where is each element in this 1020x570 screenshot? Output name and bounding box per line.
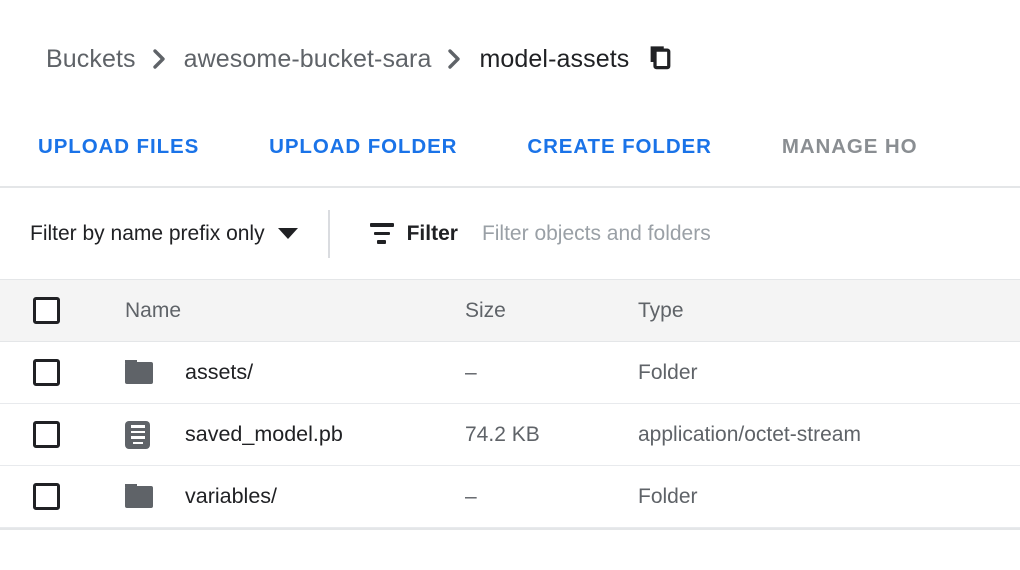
breadcrumb-item-bucket[interactable]: awesome-bucket-sara xyxy=(184,45,432,74)
breadcrumb-chevron-icon xyxy=(152,47,168,71)
table-row[interactable]: saved_model.pb 74.2 KB application/octet… xyxy=(0,404,1020,466)
column-header-type[interactable]: Type xyxy=(638,299,684,322)
create-folder-button[interactable]: CREATE FOLDER xyxy=(527,135,711,159)
filter-label: Filter xyxy=(407,222,458,246)
table-row[interactable]: variables/ – Folder xyxy=(0,466,1020,528)
row-type-cell: Folder xyxy=(638,361,1020,385)
breadcrumb: Buckets awesome-bucket-sara model-assets xyxy=(0,0,1020,118)
row-name-link[interactable]: saved_model.pb xyxy=(185,422,343,447)
row-name-cell: variables/ xyxy=(125,484,465,509)
table-bottom-divider xyxy=(0,528,1020,530)
row-size: – xyxy=(465,361,477,384)
breadcrumb-item-buckets[interactable]: Buckets xyxy=(46,45,136,74)
column-header-size[interactable]: Size xyxy=(465,299,506,322)
document-icon xyxy=(125,421,185,449)
objects-table: Name Size Type assets/ – Folder xyxy=(0,279,1020,530)
upload-files-button[interactable]: UPLOAD FILES xyxy=(38,135,199,159)
filter-input[interactable] xyxy=(482,222,982,246)
row-checkbox[interactable] xyxy=(33,483,60,510)
row-name-cell: assets/ xyxy=(125,360,465,385)
row-name-cell: saved_model.pb xyxy=(125,421,465,449)
upload-folder-button[interactable]: UPLOAD FOLDER xyxy=(269,135,457,159)
select-all-cell xyxy=(0,297,125,324)
row-type-cell: Folder xyxy=(638,485,1020,509)
column-header-name-cell: Name xyxy=(125,299,465,323)
table-header-row: Name Size Type xyxy=(0,279,1020,342)
breadcrumb-item-current: model-assets xyxy=(479,45,629,74)
row-size-cell: 74.2 KB xyxy=(465,423,638,447)
row-size: 74.2 KB xyxy=(465,423,540,446)
select-all-checkbox[interactable] xyxy=(33,297,60,324)
row-size: – xyxy=(465,485,477,508)
row-name-link[interactable]: variables/ xyxy=(185,484,277,509)
column-header-name[interactable]: Name xyxy=(125,299,181,323)
filter-bar-divider xyxy=(328,210,330,258)
row-checkbox[interactable] xyxy=(33,359,60,386)
name-prefix-filter-select[interactable]: Filter by name prefix only xyxy=(30,222,298,246)
chevron-down-icon xyxy=(278,228,298,239)
row-type-cell: application/octet-stream xyxy=(638,423,1020,447)
row-name-link[interactable]: assets/ xyxy=(185,360,253,385)
row-type: application/octet-stream xyxy=(638,423,861,446)
row-select-cell xyxy=(0,421,125,448)
manage-holds-button[interactable]: MANAGE HO xyxy=(782,135,918,159)
row-type: Folder xyxy=(638,361,698,384)
row-checkbox[interactable] xyxy=(33,421,60,448)
row-type: Folder xyxy=(638,485,698,508)
filter-list-icon xyxy=(370,221,394,247)
copy-icon[interactable] xyxy=(645,42,675,72)
filter-bar: Filter by name prefix only Filter xyxy=(0,188,1020,279)
name-prefix-filter-label: Filter by name prefix only xyxy=(30,222,265,246)
action-bar: UPLOAD FILES UPLOAD FOLDER CREATE FOLDER… xyxy=(0,108,1020,188)
row-size-cell: – xyxy=(465,485,638,509)
row-size-cell: – xyxy=(465,361,638,385)
folder-icon xyxy=(125,362,185,384)
table-row[interactable]: assets/ – Folder xyxy=(0,342,1020,404)
column-header-size-cell: Size xyxy=(465,299,638,323)
row-select-cell xyxy=(0,483,125,510)
column-header-type-cell: Type xyxy=(638,299,1020,323)
row-select-cell xyxy=(0,359,125,386)
folder-icon xyxy=(125,486,185,508)
breadcrumb-chevron-icon-2 xyxy=(447,47,463,71)
